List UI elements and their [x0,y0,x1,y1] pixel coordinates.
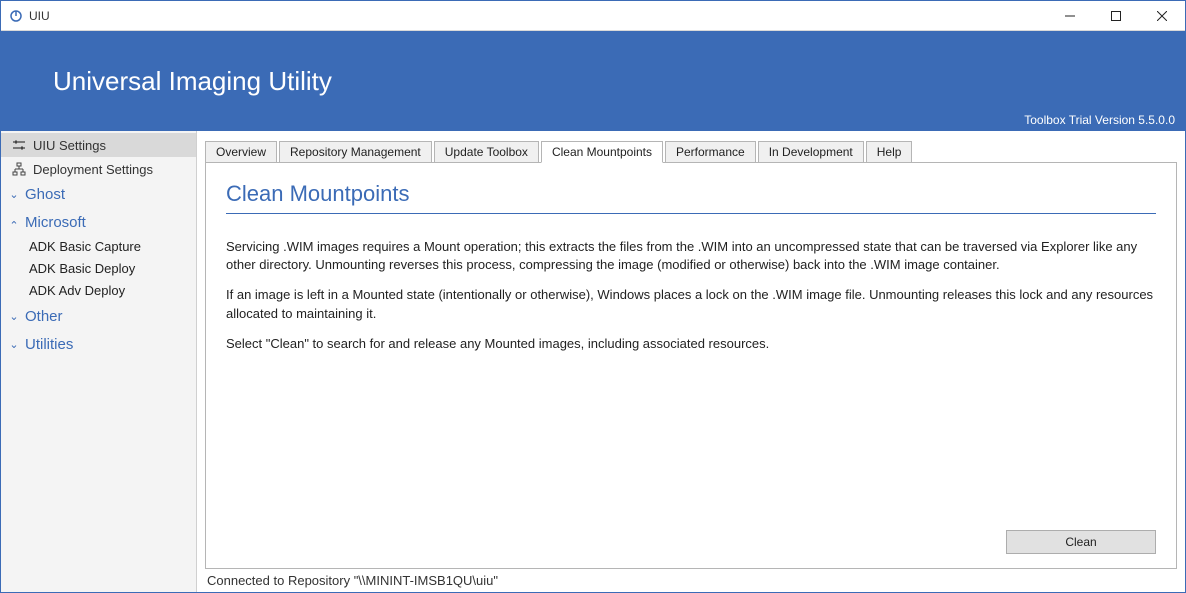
body: UIU Settings Deployment Settings [1,131,1185,592]
sidebar-group-microsoft[interactable]: ⌃ Microsoft [1,209,196,235]
panel-paragraph: Select "Clean" to search for and release… [226,335,1156,353]
sidebar-item-label: ADK Basic Capture [29,239,141,254]
version-text: Toolbox Trial Version 5.5.0.0 [1024,113,1175,127]
app-heading: Universal Imaging Utility [1,66,1185,97]
app-banner: Universal Imaging Utility Toolbox Trial … [1,31,1185,131]
tab-update-toolbox[interactable]: Update Toolbox [434,141,539,163]
sidebar-group-label: Microsoft [25,214,86,231]
tab-panel: Clean Mountpoints Servicing .WIM images … [205,163,1177,569]
tab-bar: Overview Repository Management Update To… [205,139,1177,163]
panel-paragraph: If an image is left in a Mounted state (… [226,286,1156,322]
sidebar-item-adk-basic-capture[interactable]: ADK Basic Capture [1,235,196,257]
sidebar-item-label: UIU Settings [33,138,106,153]
sidebar-item-adk-adv-deploy[interactable]: ADK Adv Deploy [1,279,196,301]
tab-repository-management[interactable]: Repository Management [279,141,432,163]
status-bar: Connected to Repository "\\MININT-IMSB1Q… [205,569,1177,588]
chevron-down-icon: ⌄ [7,188,21,201]
tab-performance[interactable]: Performance [665,141,756,163]
sliders-icon [11,137,27,153]
minimize-button[interactable] [1047,1,1093,31]
chevron-down-icon: ⌄ [7,338,21,351]
panel-paragraph: Servicing .WIM images requires a Mount o… [226,238,1156,274]
tab-clean-mountpoints[interactable]: Clean Mountpoints [541,141,663,163]
status-text: Connected to Repository "\\MININT-IMSB1Q… [207,573,498,588]
sidebar-group-utilities[interactable]: ⌄ Utilities [1,331,196,357]
sidebar-item-label: Deployment Settings [33,162,153,177]
chevron-up-icon: ⌃ [7,219,21,232]
button-row: Clean [1006,530,1156,554]
sidebar-item-deployment-settings[interactable]: Deployment Settings [1,157,196,181]
network-icon [11,161,27,177]
chevron-down-icon: ⌄ [7,310,21,323]
sidebar-group-label: Ghost [25,186,65,203]
app-icon [9,9,23,23]
sidebar-group-label: Other [25,308,63,325]
titlebar: UIU [1,1,1185,31]
tab-in-development[interactable]: In Development [758,141,864,163]
close-button[interactable] [1139,1,1185,31]
main-content: Overview Repository Management Update To… [197,131,1185,592]
tab-overview[interactable]: Overview [205,141,277,163]
sidebar-item-label: ADK Adv Deploy [29,283,125,298]
clean-button[interactable]: Clean [1006,530,1156,554]
panel-heading: Clean Mountpoints [226,181,1156,214]
sidebar-group-other[interactable]: ⌄ Other [1,303,196,329]
tab-help[interactable]: Help [866,141,913,163]
sidebar-group-ghost[interactable]: ⌄ Ghost [1,181,196,207]
sidebar-item-uiu-settings[interactable]: UIU Settings [1,133,196,157]
sidebar-group-label: Utilities [25,336,73,353]
window-title: UIU [29,9,50,23]
sidebar-item-label: ADK Basic Deploy [29,261,135,276]
app-window: UIU Universal Imaging Utility Toolbox Tr… [0,0,1186,593]
sidebar-item-adk-basic-deploy[interactable]: ADK Basic Deploy [1,257,196,279]
sidebar: UIU Settings Deployment Settings [1,131,197,592]
panel-body: Servicing .WIM images requires a Mount o… [226,238,1156,365]
maximize-button[interactable] [1093,1,1139,31]
